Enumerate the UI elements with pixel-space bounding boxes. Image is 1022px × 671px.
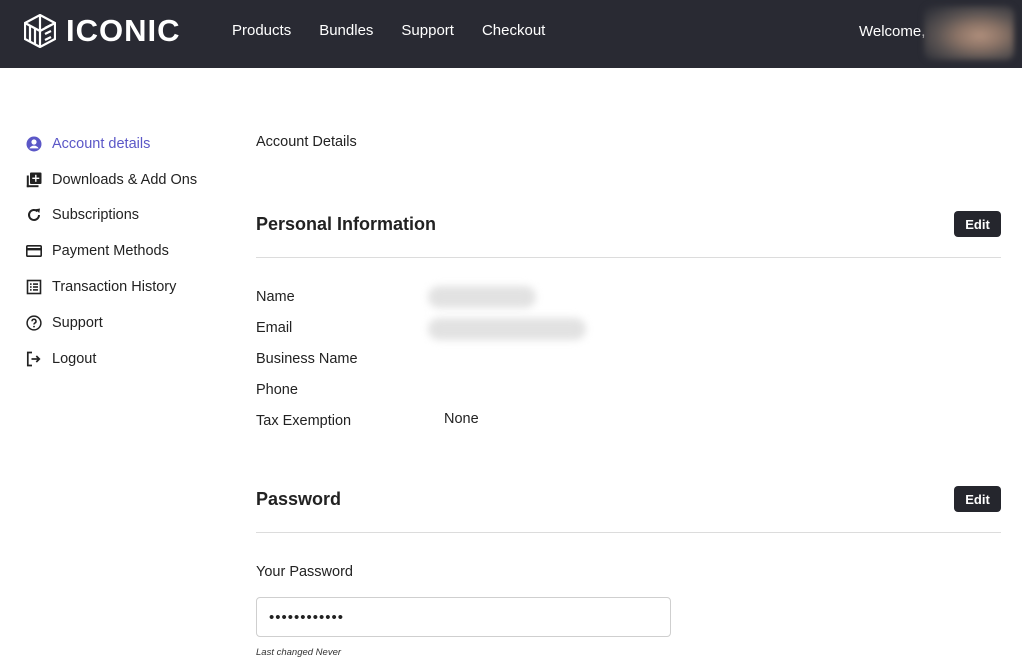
logo[interactable]: ICONIC bbox=[24, 14, 181, 48]
sidebar-item-label: Subscriptions bbox=[52, 207, 140, 224]
your-password-label: Your Password bbox=[256, 564, 353, 580]
password-title: Password bbox=[256, 489, 342, 509]
user-circle-icon bbox=[24, 134, 44, 154]
section-divider bbox=[256, 532, 1001, 533]
logo-text: ICONIC bbox=[66, 13, 181, 48]
credit-card-icon bbox=[24, 241, 44, 261]
sidebar-item-downloads[interactable]: Downloads & Add Ons bbox=[24, 162, 197, 198]
list-icon bbox=[24, 277, 44, 297]
library-add-icon bbox=[24, 170, 44, 190]
sidebar-item-label: Payment Methods bbox=[52, 243, 169, 260]
sidebar-item-logout[interactable]: Logout bbox=[24, 341, 197, 377]
email-label: Email bbox=[256, 320, 293, 336]
password-input[interactable] bbox=[256, 597, 671, 637]
help-circle-icon bbox=[24, 313, 44, 333]
name-value bbox=[428, 286, 536, 308]
sidebar-item-label: Account details bbox=[52, 135, 151, 152]
nav-support[interactable]: Support bbox=[401, 22, 454, 39]
section-divider bbox=[256, 257, 1001, 258]
email-value bbox=[428, 318, 586, 340]
personal-info-title: Personal Information bbox=[256, 214, 437, 234]
sidebar-item-label: Support bbox=[52, 314, 103, 331]
account-sidebar: Account details Downloads & Add Ons Subs… bbox=[24, 126, 197, 377]
edit-password-button[interactable]: Edit bbox=[954, 486, 1001, 512]
main-nav: Products Bundles Support Checkout bbox=[232, 22, 545, 39]
page-title: Account Details bbox=[256, 134, 357, 150]
refresh-icon bbox=[24, 205, 44, 225]
welcome-text: Welcome, bbox=[859, 23, 926, 40]
edit-personal-button[interactable]: Edit bbox=[954, 211, 1001, 237]
iconic-logo-icon bbox=[24, 14, 56, 48]
business-name-label: Business Name bbox=[256, 351, 358, 367]
nav-checkout[interactable]: Checkout bbox=[482, 22, 545, 39]
sidebar-item-payment-methods[interactable]: Payment Methods bbox=[24, 233, 197, 269]
sidebar-item-label: Logout bbox=[52, 350, 97, 367]
sidebar-item-transaction-history[interactable]: Transaction History bbox=[24, 269, 197, 305]
tax-exemption-label: Tax Exemption bbox=[256, 413, 352, 429]
sidebar-item-account-details[interactable]: Account details bbox=[24, 126, 197, 162]
sidebar-item-label: Transaction History bbox=[52, 279, 177, 296]
name-label: Name bbox=[256, 289, 295, 305]
password-last-changed: Last changed Never bbox=[256, 647, 342, 658]
user-avatar[interactable] bbox=[924, 6, 1014, 60]
phone-label: Phone bbox=[256, 382, 298, 398]
nav-bundles[interactable]: Bundles bbox=[319, 22, 373, 39]
tax-exemption-value: None bbox=[444, 411, 479, 427]
nav-products[interactable]: Products bbox=[232, 22, 291, 39]
sidebar-item-subscriptions[interactable]: Subscriptions bbox=[24, 198, 197, 234]
sidebar-item-label: Downloads & Add Ons bbox=[52, 171, 198, 188]
top-bar: ICONIC Products Bundles Support Checkout… bbox=[0, 0, 1022, 68]
logout-icon bbox=[24, 349, 44, 369]
sidebar-item-support[interactable]: Support bbox=[24, 305, 197, 341]
